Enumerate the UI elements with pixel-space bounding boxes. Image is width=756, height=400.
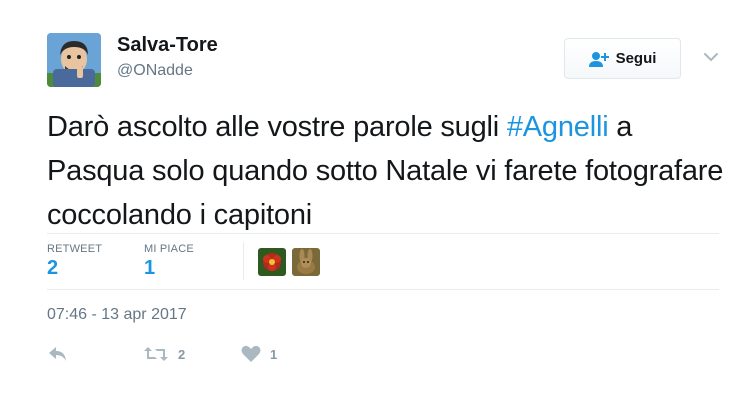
retweets-count[interactable]: 2 (47, 257, 58, 280)
author-name[interactable]: Salva-Tore (117, 34, 218, 57)
cartoon-avatar-icon (47, 33, 101, 87)
tweet-timestamp[interactable]: 07:46 - 13 apr 2017 (47, 306, 187, 324)
reply-icon (49, 347, 66, 361)
follow-button-label: Segui (615, 50, 657, 67)
stats-bottom-divider (47, 289, 719, 290)
heart-icon (241, 345, 261, 362)
tweet-text-before: Darò ascolto alle vostre parole sugli (47, 111, 507, 143)
more-options-chevron-icon[interactable] (703, 50, 719, 68)
author-handle[interactable]: @ONadde (117, 62, 193, 80)
retweet-action-count: 2 (178, 346, 186, 362)
add-user-icon (588, 51, 609, 67)
likes-label: MI PIACE (144, 243, 194, 255)
hashtag-link[interactable]: #Agnelli (507, 111, 609, 143)
retweet-button[interactable]: 2 (143, 345, 185, 363)
like-action-count: 1 (270, 346, 278, 362)
like-button[interactable]: 1 (241, 345, 277, 363)
likes-count[interactable]: 1 (144, 257, 155, 280)
retweet-icon (144, 347, 168, 361)
reply-button[interactable] (47, 345, 69, 363)
stats-separator (243, 242, 244, 280)
tweet-text: Darò ascolto alle vostre parole sugli #A… (47, 105, 737, 237)
author-avatar[interactable] (47, 33, 101, 87)
follow-button[interactable]: Segui (564, 38, 681, 79)
liker-avatar-flower[interactable] (258, 248, 286, 276)
retweets-label: RETWEET (47, 243, 103, 255)
liker-avatar-rabbit[interactable] (292, 248, 320, 276)
stats-top-divider (47, 233, 719, 234)
